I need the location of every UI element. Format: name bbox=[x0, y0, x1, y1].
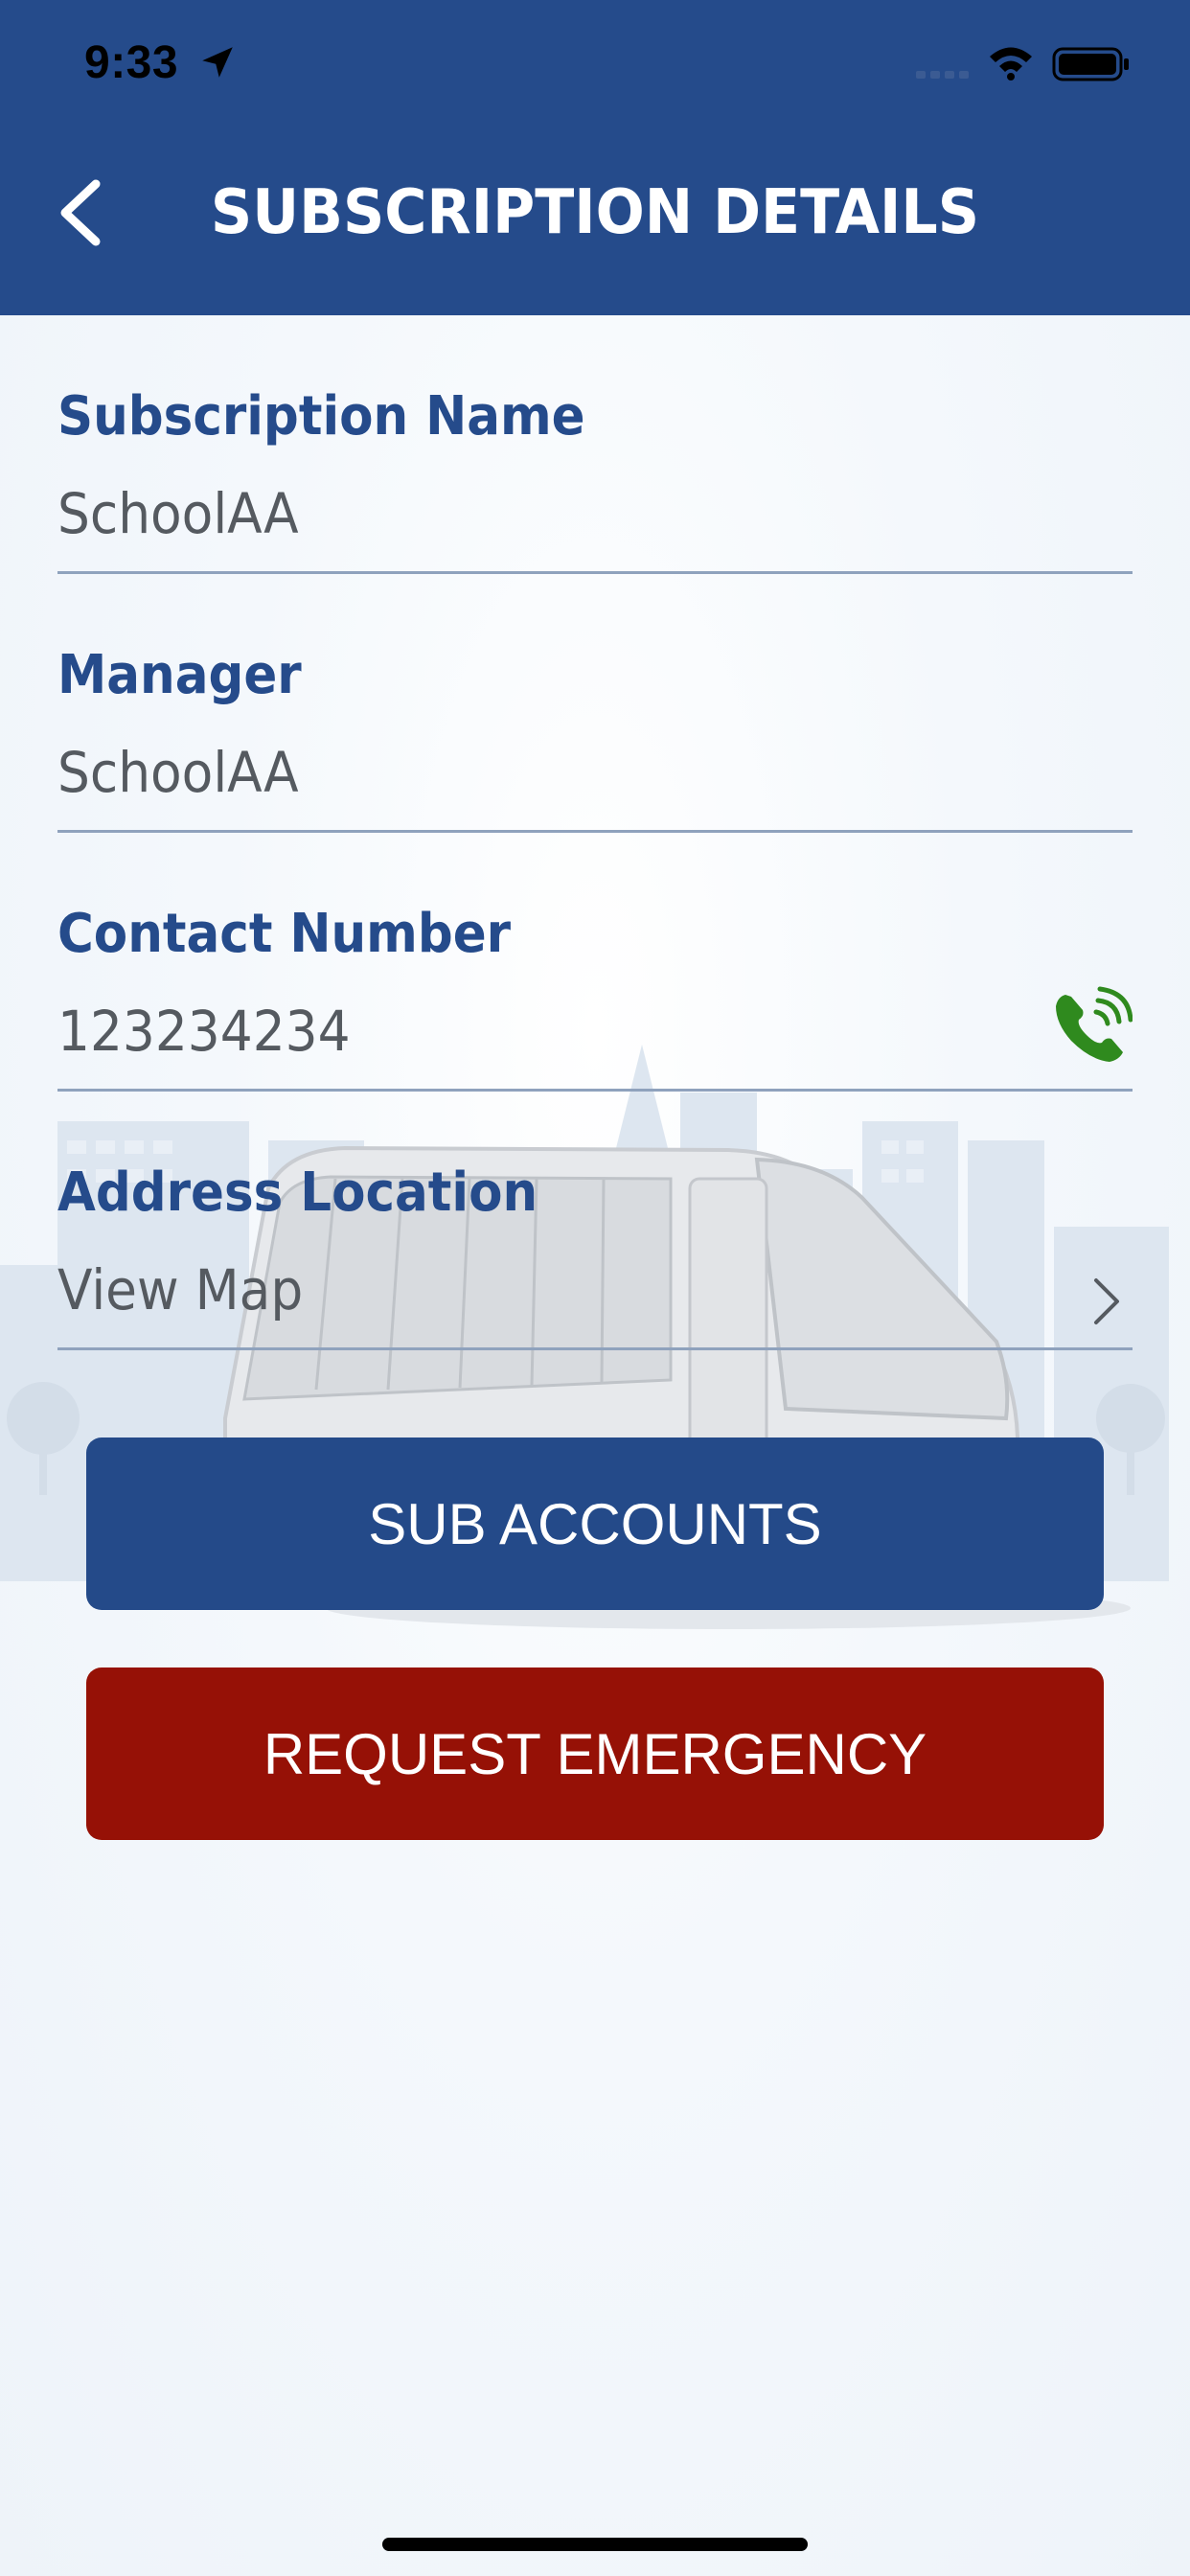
status-time: 9:33 bbox=[84, 37, 179, 88]
wifi-icon bbox=[990, 47, 1032, 80]
field-value: 123234234 bbox=[57, 999, 351, 1064]
subscription-name-field: Subscription Name SchoolAA bbox=[57, 383, 1133, 575]
home-indicator bbox=[382, 2538, 808, 2551]
divider bbox=[57, 830, 1133, 833]
contact-number-field: Contact Number 123234234 bbox=[57, 901, 1133, 1092]
field-value: SchoolAA bbox=[57, 740, 299, 805]
chevron-right-icon[interactable] bbox=[1090, 1275, 1123, 1328]
field-value: SchoolAA bbox=[57, 481, 299, 546]
address-location-field[interactable]: Address Location View Map bbox=[57, 1160, 1133, 1351]
page-title: SUBSCRIPTION DETAILS bbox=[210, 177, 980, 248]
divider bbox=[57, 571, 1133, 574]
divider bbox=[57, 1089, 1133, 1092]
field-label: Address Location bbox=[57, 1162, 538, 1224]
cellular-signal-icon bbox=[916, 71, 969, 79]
navigation-bar: 9:33 SUBSCRIPTION DETAILS bbox=[0, 0, 1190, 315]
battery-icon bbox=[1052, 47, 1129, 81]
view-map-link[interactable]: View Map bbox=[57, 1255, 303, 1324]
divider bbox=[57, 1347, 1133, 1350]
manager-field: Manager SchoolAA bbox=[57, 642, 1133, 834]
field-label: Contact Number bbox=[57, 903, 512, 965]
request-emergency-button[interactable]: REQUEST EMERGENCY bbox=[86, 1668, 1104, 1840]
field-label: Manager bbox=[57, 644, 302, 706]
location-arrow-icon bbox=[202, 47, 233, 78]
phone-call-icon[interactable] bbox=[1050, 985, 1133, 1068]
field-label: Subscription Name bbox=[57, 385, 585, 448]
sub-accounts-button[interactable]: SUB ACCOUNTS bbox=[86, 1438, 1104, 1610]
